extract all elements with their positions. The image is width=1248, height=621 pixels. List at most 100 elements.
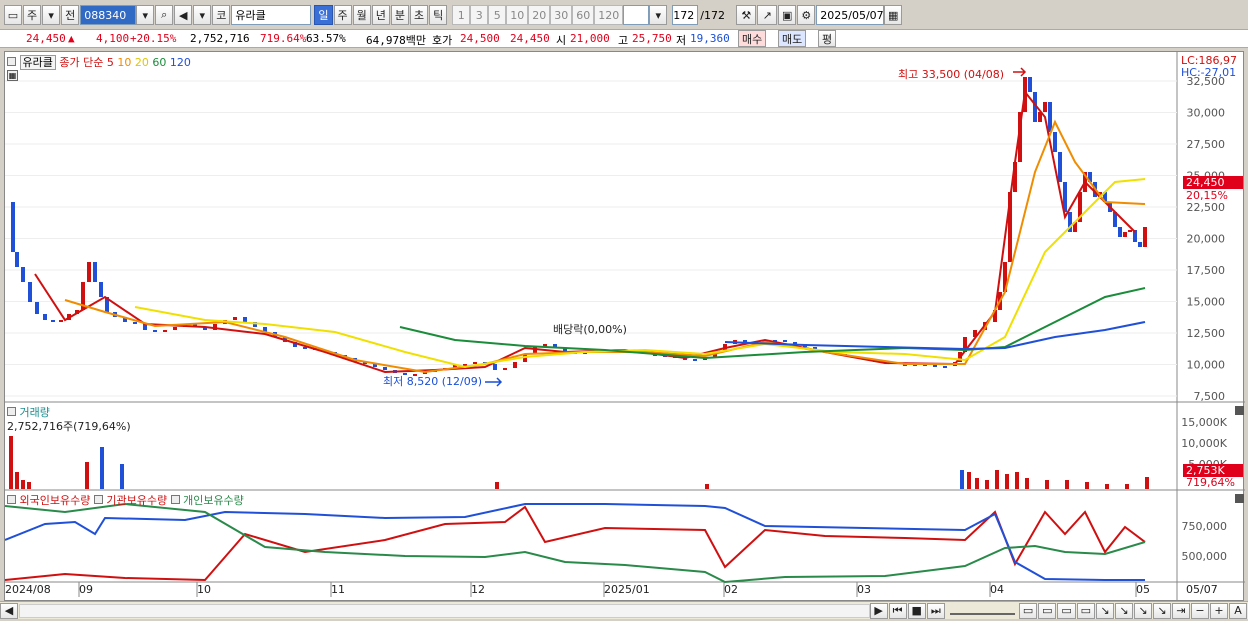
price-candle bbox=[1118, 227, 1122, 237]
legend-institution: 기관보유수량 bbox=[106, 494, 168, 507]
period-tick[interactable]: 틱 bbox=[429, 5, 448, 25]
calendar-icon[interactable]: ▦ bbox=[884, 5, 903, 25]
price-candle bbox=[1128, 230, 1132, 232]
stop-icon[interactable]: ■ bbox=[907, 602, 926, 619]
font-icon[interactable]: A bbox=[1229, 602, 1247, 619]
scroll-right-icon[interactable]: ▶ bbox=[869, 602, 888, 619]
period-day[interactable]: 일 bbox=[314, 5, 333, 25]
scroll-track[interactable] bbox=[19, 603, 870, 618]
legend-ma120: 120 bbox=[169, 56, 191, 69]
volume-bar bbox=[85, 462, 89, 489]
interval-1[interactable]: 1 bbox=[452, 5, 471, 25]
legend-individual: 개인보유수량 bbox=[183, 494, 244, 507]
interval-20[interactable]: 20 bbox=[528, 5, 551, 25]
layout-icon-4[interactable]: ▭ bbox=[1076, 602, 1095, 619]
zoom-out-icon[interactable]: − bbox=[1191, 602, 1209, 619]
holding-legend: 외국인보유수량 기관보유수량 개인보유수량 bbox=[7, 492, 244, 508]
volume-pane-menu-icon[interactable] bbox=[7, 407, 16, 416]
eval-button[interactable]: 평 bbox=[818, 30, 837, 47]
interval-120[interactable]: 120 bbox=[594, 5, 624, 25]
current-price: 24,450 bbox=[26, 32, 66, 45]
speaker-icon[interactable]: ◀ bbox=[174, 5, 193, 25]
speaker-dropdown-icon[interactable]: ▾ bbox=[193, 5, 212, 25]
price-y-tick: 10,000 bbox=[1187, 359, 1226, 372]
prev-button[interactable]: 전 bbox=[61, 5, 80, 25]
price-candle bbox=[153, 330, 157, 332]
interval-30[interactable]: 30 bbox=[550, 5, 573, 25]
period-month[interactable]: 월 bbox=[352, 5, 371, 25]
tool-icon-3[interactable]: ↘ bbox=[1134, 602, 1152, 619]
low-arrow-icon bbox=[485, 377, 503, 387]
save-icon[interactable]: ▣ bbox=[778, 5, 797, 25]
tools-icon[interactable]: ⚒ bbox=[736, 5, 757, 25]
tool-icon-4[interactable]: ↘ bbox=[1153, 602, 1171, 619]
search-icon[interactable]: ⌕ bbox=[155, 5, 174, 25]
holding-inst-menu-icon[interactable] bbox=[93, 495, 103, 504]
tool-icon-1[interactable]: ↘ bbox=[1096, 602, 1114, 619]
period-minute[interactable]: 분 bbox=[390, 5, 409, 25]
interval-dropdown-icon[interactable]: ▾ bbox=[649, 5, 668, 25]
interval-input[interactable] bbox=[623, 5, 650, 25]
price-change-pct: +20.15% bbox=[130, 32, 177, 45]
open-price: 21,000 bbox=[570, 32, 610, 45]
stock-name-field[interactable]: 유라클 bbox=[231, 5, 312, 25]
holding-pane-close-icon[interactable] bbox=[1235, 494, 1244, 503]
foreign-holding-line bbox=[5, 505, 1146, 582]
zoom-fit-icon[interactable]: ⇥ bbox=[1172, 602, 1190, 619]
x-label-12: 12 bbox=[471, 583, 485, 596]
market-dropdown-icon[interactable]: ▾ bbox=[42, 5, 61, 25]
code-dropdown-icon[interactable]: ▾ bbox=[136, 5, 155, 25]
x-label-10: 10 bbox=[197, 583, 211, 596]
volume-pane-close-icon[interactable] bbox=[1235, 406, 1244, 415]
layout-icon-2[interactable]: ▭ bbox=[1038, 602, 1057, 619]
period-week[interactable]: 주 bbox=[333, 5, 352, 25]
holding-pane-menu-icon[interactable] bbox=[7, 495, 16, 504]
price-candle bbox=[51, 320, 55, 322]
draw-icon[interactable]: ↗ bbox=[757, 5, 778, 25]
chart-area[interactable]: 32,50030,00027,50025,00022,50020,00017,5… bbox=[4, 51, 1245, 602]
volume-bar bbox=[9, 436, 13, 489]
holding-indiv-menu-icon[interactable] bbox=[170, 495, 180, 504]
volume-bar bbox=[1025, 478, 1029, 489]
price-candle bbox=[99, 282, 103, 297]
volume-last-pct: 719,64% bbox=[1186, 476, 1235, 489]
price-candle bbox=[11, 202, 15, 252]
interval-3[interactable]: 3 bbox=[470, 5, 489, 25]
period-year[interactable]: 년 bbox=[371, 5, 390, 25]
price-candle bbox=[243, 317, 247, 322]
tool-icon-2[interactable]: ↘ bbox=[1115, 602, 1133, 619]
rewind-icon[interactable]: ⏮ bbox=[888, 602, 907, 619]
interval-60[interactable]: 60 bbox=[572, 5, 595, 25]
market-type-button[interactable]: 주 bbox=[23, 5, 42, 25]
layout-icon-3[interactable]: ▭ bbox=[1057, 602, 1076, 619]
x-label-11: 11 bbox=[331, 583, 345, 596]
low-label: 저 bbox=[676, 34, 687, 47]
layout-icon-1[interactable]: ▭ bbox=[1018, 602, 1038, 619]
interval-10[interactable]: 10 bbox=[506, 5, 529, 25]
forward-icon[interactable]: ⏭ bbox=[926, 602, 945, 619]
volume-bar bbox=[495, 482, 499, 489]
holding-y-tick: 750,000 bbox=[1182, 520, 1228, 533]
last-pct-tag: 20,15% bbox=[1186, 189, 1228, 202]
period-second[interactable]: 초 bbox=[410, 5, 429, 25]
bottom-bar: ◀ ▶ ⏮ ■ ⏭ ▭ ▭ ▭ ▭ ↘ ↘ ↘ ↘ ⇥ − + A bbox=[0, 601, 1248, 619]
grid-icon[interactable]: ▦ bbox=[7, 70, 18, 81]
price-candle bbox=[1058, 152, 1062, 182]
sell-button[interactable]: 매도 bbox=[778, 30, 807, 47]
interval-5[interactable]: 5 bbox=[488, 5, 507, 25]
stock-code-input[interactable]: 088340 bbox=[80, 5, 137, 25]
gear-icon[interactable]: ⚙ bbox=[797, 5, 816, 25]
buy-button[interactable]: 매수 bbox=[738, 30, 767, 47]
window-icon[interactable]: ▭ bbox=[4, 5, 22, 25]
high-price: 25,750 bbox=[632, 32, 672, 45]
zoom-in-icon[interactable]: + bbox=[1210, 602, 1228, 619]
zoom-slider[interactable] bbox=[949, 607, 1015, 615]
x-label-02: 02 bbox=[724, 583, 738, 596]
price-y-tick: 22,500 bbox=[1187, 201, 1226, 214]
pane-menu-icon[interactable] bbox=[7, 57, 16, 66]
count-input[interactable]: 172 bbox=[672, 5, 699, 25]
price-candle bbox=[503, 368, 507, 370]
scroll-left-icon[interactable]: ◀ bbox=[0, 602, 18, 619]
date-input[interactable]: 2025/05/07 bbox=[816, 5, 885, 25]
hc-label: HC:-27,01 bbox=[1181, 66, 1237, 79]
